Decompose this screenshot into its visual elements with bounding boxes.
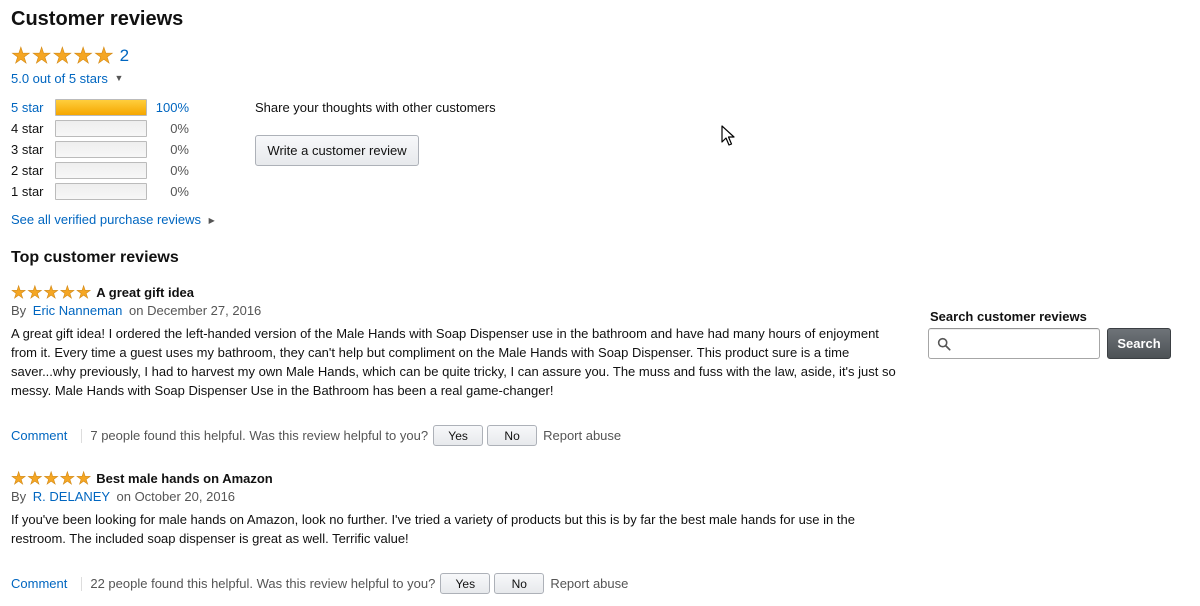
star-icon: ★	[43, 468, 59, 488]
report-abuse-link[interactable]: Report abuse	[543, 428, 621, 443]
by-label: By	[11, 303, 27, 318]
histogram-label: 2 star	[11, 163, 44, 178]
review-date: on December 27, 2016	[129, 303, 262, 318]
star-icon: ★	[73, 43, 93, 68]
histogram-bar	[55, 183, 147, 200]
histogram-percent: 0%	[170, 184, 189, 199]
yes-button[interactable]: Yes	[440, 573, 491, 594]
search-button[interactable]: Search	[1107, 328, 1171, 359]
star-icon: ★	[27, 468, 43, 488]
divider	[81, 576, 83, 591]
histogram-bar	[55, 162, 147, 179]
histogram-bar	[55, 99, 147, 116]
summary-rating[interactable]: ★ ★ ★ ★ ★ 2	[11, 43, 129, 68]
histogram-label[interactable]: 5 star	[11, 100, 55, 115]
review-item: ★ ★ ★ ★ ★ Best male hands on Amazon By R…	[11, 469, 906, 548]
rating-dropdown[interactable]: 5.0 out of 5 stars ▼	[11, 71, 123, 86]
review-title[interactable]: A great gift idea	[96, 285, 194, 300]
yes-button[interactable]: Yes	[433, 425, 484, 446]
rating-text[interactable]: 5.0 out of 5 stars	[11, 71, 108, 86]
histogram-row[interactable]: 5 star 100%	[11, 97, 189, 118]
review-author-link[interactable]: R. DELANEY	[33, 489, 110, 504]
review-body: If you've been looking for male hands on…	[11, 512, 855, 546]
histogram-row: 2 star 0%	[11, 160, 189, 181]
histogram-percent: 0%	[170, 121, 189, 136]
histogram-label: 4 star	[11, 121, 44, 136]
review-body: A great gift idea! I ordered the left-ha…	[11, 326, 896, 398]
review-date: on October 20, 2016	[116, 489, 236, 504]
histogram-row: 3 star 0%	[11, 139, 189, 160]
helpful-text: 22 people found this helpful. Was this r…	[90, 576, 436, 591]
star-icon: ★	[93, 43, 114, 68]
review-stars[interactable]: ★ ★ ★ ★ ★	[11, 282, 92, 302]
by-label: By	[11, 489, 27, 504]
search-box[interactable]	[928, 328, 1100, 359]
report-abuse-link[interactable]: Report abuse	[550, 576, 628, 591]
star-icon: ★	[31, 43, 52, 68]
review-stars[interactable]: ★ ★ ★ ★ ★	[11, 468, 92, 488]
review-title[interactable]: Best male hands on Amazon	[96, 471, 273, 486]
star-icon: ★	[59, 468, 75, 488]
no-button[interactable]: No	[494, 573, 545, 594]
chevron-right-icon: ▶	[208, 216, 215, 225]
rating-histogram: 5 star 100% 4 star 0% 3 star 0% 2 star 0% 1 star…	[11, 97, 189, 202]
no-button[interactable]: No	[487, 425, 538, 446]
star-icon: ★	[76, 468, 92, 488]
write-review-button[interactable]: Write a customer review	[255, 135, 419, 166]
star-icon: ★	[76, 282, 92, 302]
top-reviews-title: Top customer reviews	[11, 249, 179, 266]
star-icon: ★	[27, 282, 43, 302]
search-label: Search customer reviews	[930, 309, 1087, 324]
star-icon: ★	[11, 282, 27, 302]
review-actions: Comment 7 people found this helpful. Was…	[11, 425, 621, 446]
histogram-percent: 0%	[170, 142, 189, 157]
histogram-percent[interactable]: 100%	[147, 100, 189, 115]
mouse-cursor-icon	[721, 125, 735, 146]
histogram-row: 4 star 0%	[11, 118, 189, 139]
histogram-percent: 0%	[170, 163, 189, 178]
histogram-bar	[55, 141, 147, 158]
review-actions: Comment 22 people found this helpful. Wa…	[11, 573, 628, 594]
histogram-row: 1 star 0%	[11, 181, 189, 202]
magnifier-icon	[937, 337, 951, 351]
star-icon: ★	[11, 468, 27, 488]
review-count-link[interactable]: 2	[120, 46, 129, 66]
star-icon: ★	[43, 282, 59, 302]
see-all-reviews-link[interactable]: See all verified purchase reviews ▶	[11, 212, 215, 227]
divider	[81, 428, 83, 443]
star-icon: ★	[11, 43, 31, 68]
page-title: Customer reviews	[11, 8, 184, 30]
histogram-bar	[55, 120, 147, 137]
share-text: Share your thoughts with other customers	[255, 100, 496, 115]
caret-down-icon: ▼	[114, 73, 124, 83]
summary-stars: ★ ★ ★ ★ ★	[11, 43, 114, 68]
histogram-label: 3 star	[11, 142, 44, 157]
histogram-bar-fill	[56, 100, 146, 115]
star-icon: ★	[52, 43, 73, 68]
histogram-label: 1 star	[11, 184, 44, 199]
comment-link[interactable]: Comment	[11, 576, 67, 591]
review-author-link[interactable]: Eric Nanneman	[33, 303, 123, 318]
search-input[interactable]	[955, 335, 1099, 352]
see-all-label[interactable]: See all verified purchase reviews	[11, 212, 201, 227]
star-icon: ★	[59, 282, 75, 302]
helpful-text: 7 people found this helpful. Was this re…	[90, 428, 429, 443]
review-item: ★ ★ ★ ★ ★ A great gift idea By Eric Nann…	[11, 283, 906, 400]
comment-link[interactable]: Comment	[11, 428, 67, 443]
